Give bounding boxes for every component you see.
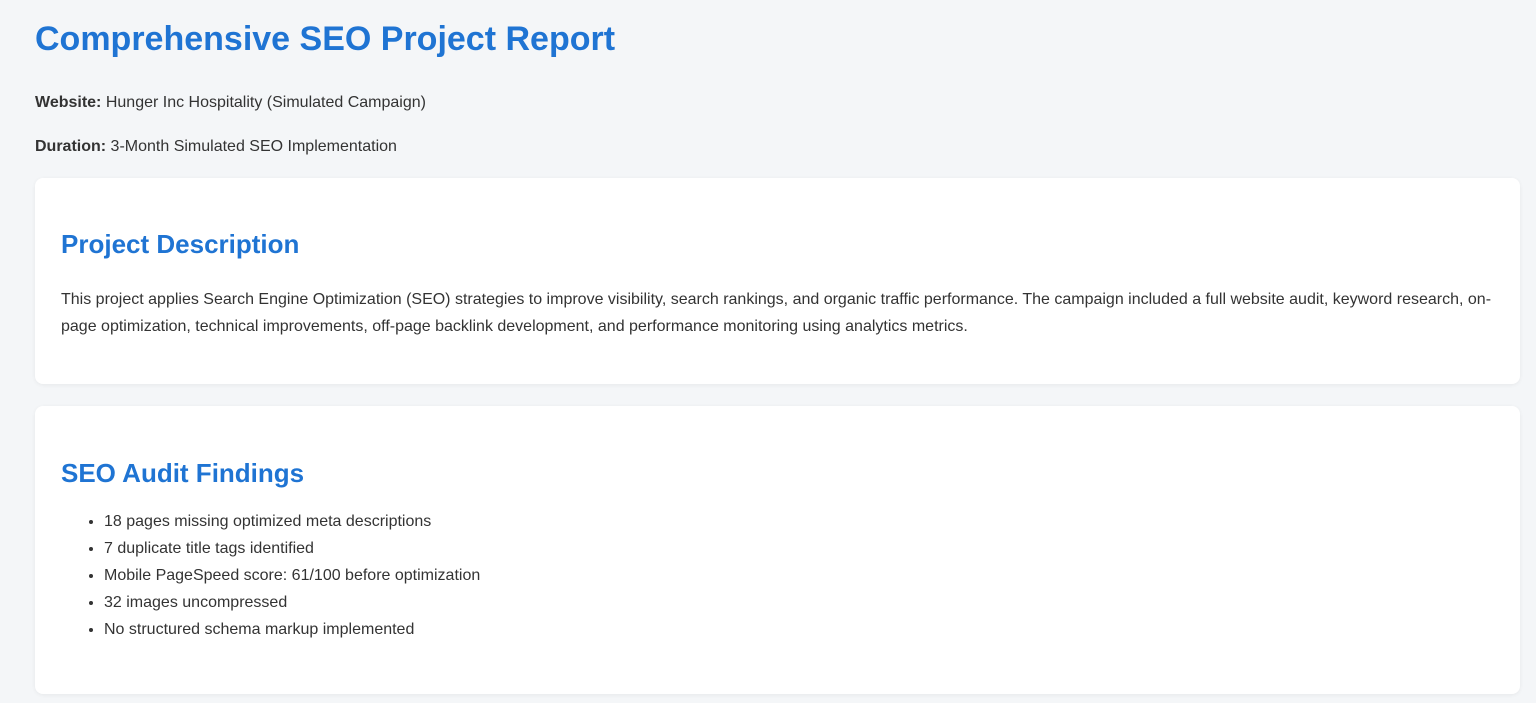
audit-finding-item: 18 pages missing optimized meta descript…	[104, 508, 1494, 535]
audit-finding-item: No structured schema markup implemented	[104, 616, 1494, 643]
duration-meta: Duration: 3-Month Simulated SEO Implemen…	[35, 137, 397, 157]
duration-label: Duration:	[35, 138, 107, 155]
seo-audit-card: SEO Audit Findings 18 pages missing opti…	[35, 406, 1520, 694]
audit-finding-item: 7 duplicate title tags identified	[104, 535, 1494, 562]
project-description-heading: Project Description	[61, 229, 300, 259]
page-title: Comprehensive SEO Project Report	[35, 20, 616, 58]
duration-value: 3-Month Simulated SEO Implementation	[106, 138, 397, 155]
website-meta: Website: Hunger Inc Hospitality (Simulat…	[35, 93, 426, 113]
audit-finding-item: Mobile PageSpeed score: 61/100 before op…	[104, 562, 1494, 589]
audit-finding-item: 32 images uncompressed	[104, 589, 1494, 616]
project-description-text: This project applies Search Engine Optim…	[61, 291, 1492, 335]
website-value: Hunger Inc Hospitality (Simulated Campai…	[101, 94, 426, 111]
project-description-card: Project Description This project applies…	[35, 178, 1520, 384]
report-page: Comprehensive SEO Project Report Website…	[0, 0, 1536, 703]
website-label: Website:	[35, 94, 102, 111]
audit-findings-list: 18 pages missing optimized meta descript…	[61, 508, 1494, 643]
seo-audit-heading: SEO Audit Findings	[61, 458, 305, 488]
